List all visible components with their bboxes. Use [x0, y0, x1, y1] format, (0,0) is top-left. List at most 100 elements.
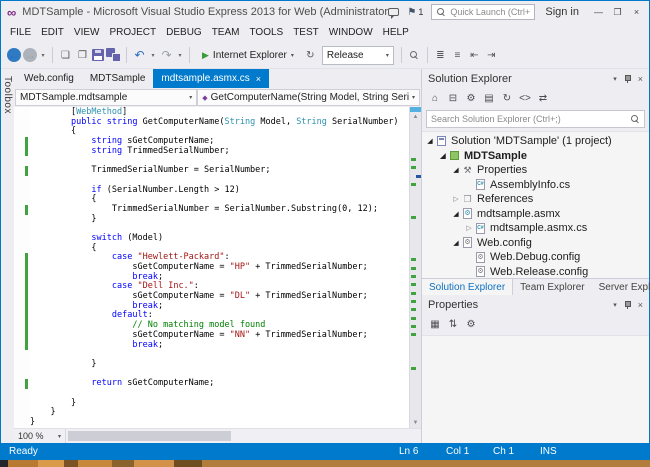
tree-item-properties[interactable]: ◢⚒Properties — [422, 163, 649, 178]
window-position-icon[interactable]: ▾ — [613, 75, 617, 83]
undo-dropdown-icon[interactable]: ▾ — [149, 48, 157, 63]
editor-horizontal-scrollbar[interactable] — [66, 429, 421, 443]
save-icon[interactable] — [92, 49, 104, 61]
tree-item-solution-mdtsample-1-project[interactable]: ◢Solution 'MDTSample' (1 project) — [422, 134, 649, 149]
quick-launch-input[interactable]: Quick Launch (Ctrl+Q) — [431, 4, 535, 20]
scrollbar-thumb[interactable] — [68, 431, 231, 441]
document-tab-mdtsample[interactable]: MDTSample — [82, 69, 154, 88]
property-pages-icon[interactable]: ⚙ — [464, 318, 478, 332]
navigation-history-dropdown-icon[interactable]: ▾ — [39, 48, 47, 63]
menu-project[interactable]: PROJECT — [104, 27, 161, 38]
code-line[interactable]: return sGetComputerName; — [30, 379, 409, 389]
code-line[interactable]: } — [30, 408, 409, 418]
close-tab-icon[interactable]: × — [256, 74, 261, 84]
expand-arrow-icon[interactable]: ▷ — [451, 195, 461, 203]
minimize-button[interactable]: — — [589, 7, 608, 18]
new-file-icon[interactable]: ❏ — [58, 48, 73, 63]
notifications-flag-icon[interactable]: ⚑1 — [407, 7, 423, 18]
collapse-arrow-icon[interactable]: ◢ — [451, 239, 461, 247]
menu-help[interactable]: HELP — [378, 27, 414, 38]
home-icon[interactable]: ⌂ — [428, 92, 442, 106]
code-line[interactable]: public string GetComputerName(String Mod… — [30, 118, 409, 128]
menu-file[interactable]: FILE — [5, 27, 36, 38]
collapse-arrow-icon[interactable]: ◢ — [451, 166, 461, 174]
redo-icon[interactable]: ↷ — [159, 48, 174, 63]
code-editor[interactable]: [WebMethod] public string GetComputerNam… — [30, 107, 409, 428]
refresh-icon[interactable]: ↻ — [500, 92, 514, 106]
tree-item-web-config[interactable]: ◢⚙Web.config — [422, 236, 649, 251]
collapse-arrow-icon[interactable]: ◢ — [438, 152, 448, 160]
code-line[interactable]: string TrimmedSerialNumber; — [30, 147, 409, 157]
menu-window[interactable]: WINDOW — [324, 27, 378, 38]
tree-item-mdtsample-asmx-cs[interactable]: ▷C#mdtsample.asmx.cs — [422, 221, 649, 236]
code-line[interactable]: break; — [30, 341, 409, 351]
tree-item-mdtsample-asmx[interactable]: ◢⚙mdtsample.asmx — [422, 207, 649, 222]
restore-button[interactable]: ❐ — [608, 7, 627, 18]
expand-arrow-icon[interactable]: ▷ — [464, 224, 474, 232]
close-panel-icon[interactable]: × — [638, 300, 643, 310]
start-debug-button[interactable]: ▶Internet Explorer▾ — [197, 48, 299, 63]
properties-titlebar[interactable]: Properties ▾× — [422, 295, 649, 314]
collapse-arrow-icon[interactable]: ◢ — [451, 210, 461, 218]
tree-item-web-debug-config[interactable]: ⚙Web.Debug.config — [422, 250, 649, 265]
categorized-icon[interactable]: ▦ — [428, 318, 442, 332]
code-line[interactable]: TrimmedSerialNumber = SerialNumber; — [30, 166, 409, 176]
code-line[interactable]: } — [30, 215, 409, 225]
pin-icon[interactable] — [623, 74, 632, 84]
decrease-indent-icon[interactable]: ⇤ — [467, 48, 482, 63]
menu-team[interactable]: TEAM — [207, 27, 245, 38]
properties-icon[interactable]: ⚙ — [464, 92, 478, 106]
show-all-files-icon[interactable]: ▤ — [482, 92, 496, 106]
tree-item-mdtsample[interactable]: ◢MDTSample — [422, 149, 649, 164]
panel-tab-server-explorer[interactable]: Server Explorer — [592, 279, 650, 295]
view-code-icon[interactable]: <> — [518, 92, 532, 106]
collapse-arrow-icon[interactable]: ◢ — [425, 137, 435, 145]
editor-margin[interactable] — [14, 107, 30, 428]
member-dropdown[interactable]: ◆ GetComputerName(String Model, String S… — [197, 89, 420, 106]
comment-icon[interactable]: ≣ — [433, 48, 448, 63]
menu-debug[interactable]: DEBUG — [161, 27, 207, 38]
code-line[interactable]: } — [30, 360, 409, 370]
panel-tab-solution-explorer[interactable]: Solution Explorer — [422, 279, 513, 295]
document-tab-web-config[interactable]: Web.config — [16, 69, 82, 88]
sync-active-document-icon[interactable]: ⇄ — [536, 92, 550, 106]
refresh-icon[interactable]: ↻ — [303, 48, 318, 63]
feedback-icon[interactable] — [388, 8, 399, 16]
find-in-files-icon[interactable] — [407, 48, 422, 63]
alphabetical-icon[interactable]: ⇅ — [446, 318, 460, 332]
windows-taskbar[interactable] — [0, 460, 650, 467]
menu-edit[interactable]: EDIT — [36, 27, 69, 38]
menu-tools[interactable]: TOOLS — [244, 27, 288, 38]
editor-vertical-scrollbar[interactable]: ▲ ▼ — [409, 107, 421, 428]
scroll-down-icon[interactable]: ▼ — [410, 420, 421, 426]
tree-item-references[interactable]: ▷❒References — [422, 192, 649, 207]
zoom-control[interactable]: 100 % ▾ — [14, 429, 66, 443]
solution-configurations-combo[interactable]: Release▾ — [322, 46, 394, 65]
redo-dropdown-icon[interactable]: ▾ — [176, 48, 184, 63]
type-dropdown[interactable]: MDTSample.mdtsample ▾ — [15, 89, 197, 106]
document-tab-mdtsample-asmx-cs[interactable]: mdtsample.asmx.cs× — [153, 69, 269, 88]
open-file-icon[interactable]: ❐ — [75, 48, 90, 63]
tree-item-assemblyinfo-cs[interactable]: C#AssemblyInfo.cs — [422, 178, 649, 193]
solution-search-input[interactable]: Search Solution Explorer (Ctrl+;) — [426, 110, 645, 128]
menu-view[interactable]: VIEW — [69, 27, 105, 38]
window-position-icon[interactable]: ▾ — [613, 301, 617, 309]
undo-icon[interactable]: ↶ — [132, 48, 147, 63]
menu-test[interactable]: TEST — [288, 27, 324, 38]
navigate-forward-icon[interactable]: → — [23, 48, 37, 62]
tree-item-web-release-config[interactable]: ⚙Web.Release.config — [422, 265, 649, 279]
close-panel-icon[interactable]: × — [638, 74, 643, 84]
code-line[interactable]: } — [30, 399, 409, 409]
close-button[interactable]: × — [627, 7, 646, 18]
title-bar[interactable]: ∞ MDTSample - Microsoft Visual Studio Ex… — [1, 1, 649, 23]
code-line[interactable] — [30, 389, 409, 399]
save-all-icon[interactable] — [106, 48, 121, 62]
pin-icon[interactable] — [623, 300, 632, 310]
solution-explorer-titlebar[interactable]: Solution Explorer ▾× — [422, 69, 649, 88]
toolbox-tab[interactable]: Toolbox — [1, 69, 14, 443]
editor-split-handle[interactable] — [410, 107, 421, 112]
panel-tab-team-explorer[interactable]: Team Explorer — [513, 279, 591, 295]
sign-in-link[interactable]: Sign in — [545, 6, 579, 18]
collapse-all-icon[interactable]: ⊟ — [446, 92, 460, 106]
scroll-up-icon[interactable]: ▲ — [410, 114, 421, 120]
